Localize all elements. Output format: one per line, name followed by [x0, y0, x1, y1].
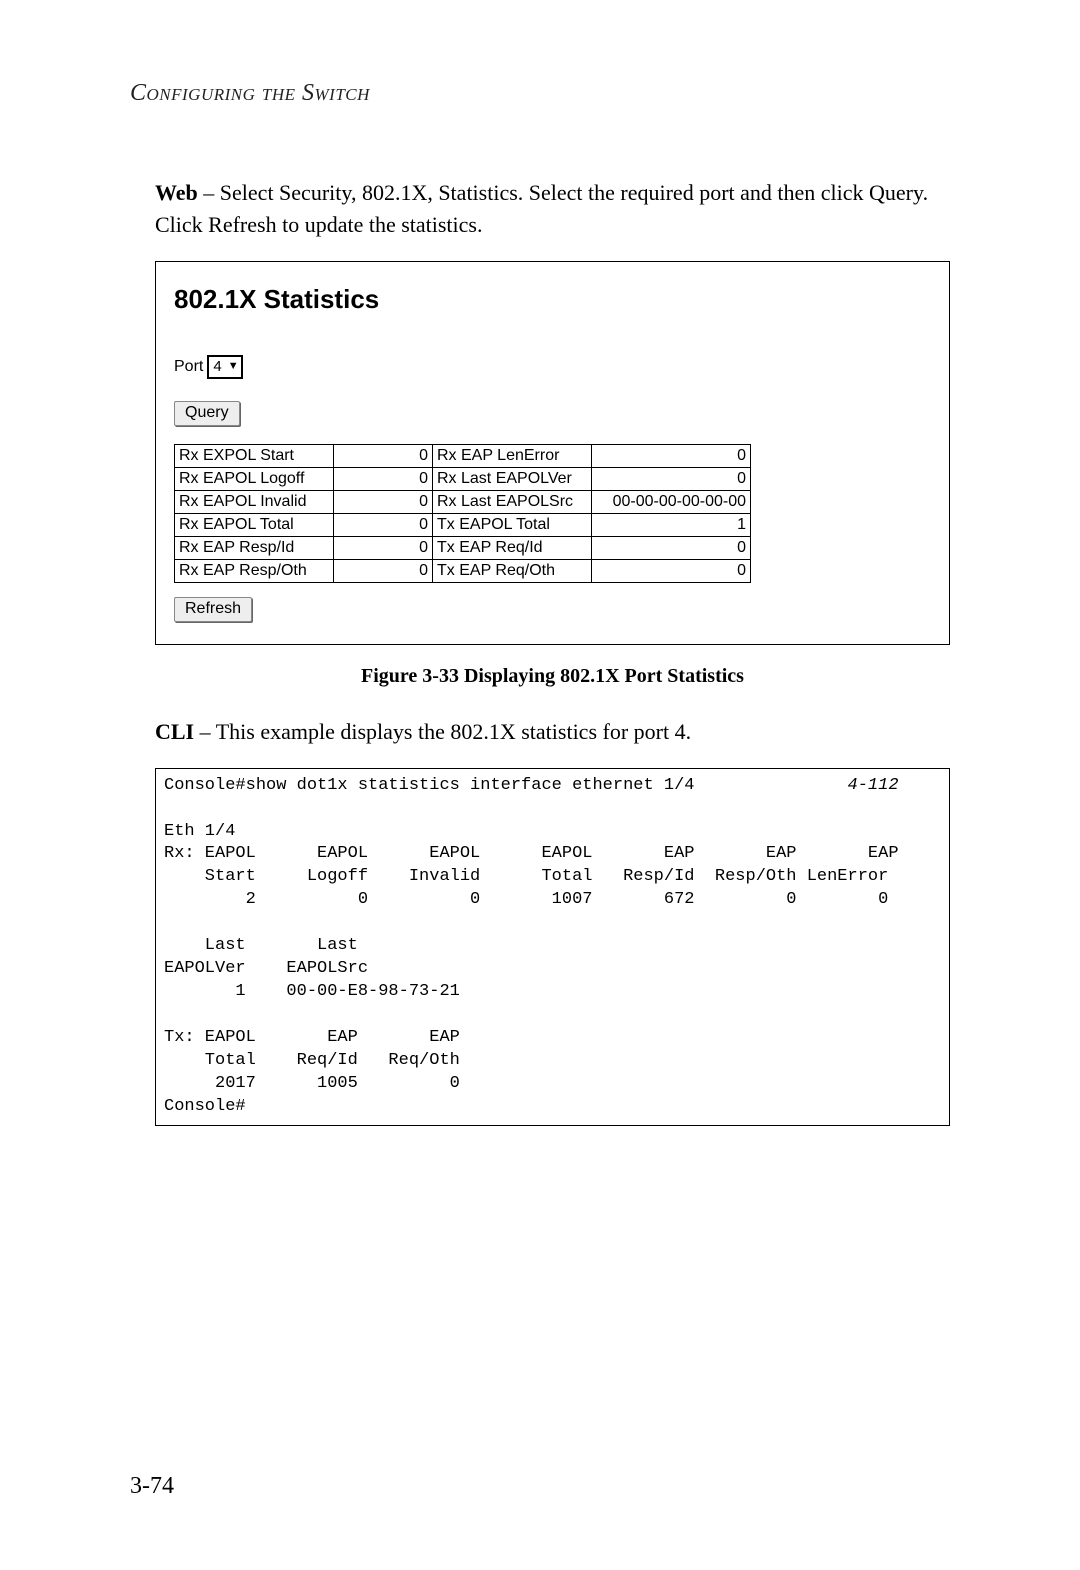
page-number: 3-74: [130, 1473, 174, 1500]
table-row: Rx EAP Resp/Oth 0 Tx EAP Req/Oth 0: [175, 559, 751, 582]
port-row: Port 4 ▼: [174, 355, 931, 379]
table-row: Rx EAPOL Invalid 0 Rx Last EAPOLSrc 00-0…: [175, 490, 751, 513]
cli-line: Total Req/Id Req/Oth: [164, 1051, 460, 1070]
stat-value: 0: [334, 513, 433, 536]
table-row: Rx EAP Resp/Id 0 Tx EAP Req/Id 0: [175, 536, 751, 559]
cli-line: Console#show dot1x statistics interface …: [164, 776, 695, 795]
cli-line: 2 0 0 1007 672 0 0: [164, 890, 888, 909]
stat-label: Rx EAP Resp/Id: [175, 536, 334, 559]
port-label: Port: [174, 358, 203, 376]
cli-line: Rx: EAPOL EAPOL EAPOL EAPOL EAP EAP EAP: [164, 844, 899, 863]
table-row: Rx EXPOL Start 0 Rx EAP LenError 0: [175, 444, 751, 467]
stat-value: 0: [592, 559, 751, 582]
stat-label: Rx EAP Resp/Oth: [175, 559, 334, 582]
panel-title: 802.1X Statistics: [174, 284, 931, 315]
cli-line: 2017 1005 0: [164, 1074, 460, 1093]
stat-value: 00-00-00-00-00-00: [592, 490, 751, 513]
cli-line: 1 00-00-E8-98-73-21: [164, 982, 460, 1001]
web-intro-text: – Select Security, 802.1X, Statistics. S…: [155, 180, 928, 237]
running-head-text: Configuring the Switch: [130, 80, 370, 106]
figure-caption: Figure 3-33 Displaying 802.1X Port Stati…: [155, 665, 950, 688]
stat-label: Rx Last EAPOLVer: [433, 467, 592, 490]
cli-lead: CLI: [155, 719, 194, 744]
cli-line: Start Logoff Invalid Total Resp/Id Resp/…: [164, 867, 888, 886]
table-row: Rx EAPOL Logoff 0 Rx Last EAPOLVer 0: [175, 467, 751, 490]
cli-line: EAPOLVer EAPOLSrc: [164, 959, 368, 978]
stat-label: Rx EAP LenError: [433, 444, 592, 467]
refresh-button[interactable]: Refresh: [174, 597, 252, 622]
query-button[interactable]: Query: [174, 401, 240, 426]
stat-value: 0: [334, 559, 433, 582]
stat-label: Rx EXPOL Start: [175, 444, 334, 467]
stat-value: 0: [334, 490, 433, 513]
port-select[interactable]: 4 ▼: [207, 355, 242, 379]
cli-ref: 4-112: [848, 776, 899, 795]
stat-value: 1: [592, 513, 751, 536]
stat-label: Rx Last EAPOLSrc: [433, 490, 592, 513]
stat-label: Rx EAPOL Logoff: [175, 467, 334, 490]
cli-line: Last Last: [164, 936, 358, 955]
stat-value: 0: [592, 444, 751, 467]
stat-value: 0: [592, 467, 751, 490]
cli-line: Console#: [164, 1097, 246, 1116]
web-lead: Web: [155, 180, 198, 205]
table-row: Rx EAPOL Total 0 Tx EAPOL Total 1: [175, 513, 751, 536]
cli-line: Tx: EAPOL EAP EAP: [164, 1028, 460, 1047]
dropdown-caret-icon: ▼: [228, 361, 239, 372]
port-value: 4: [213, 358, 221, 375]
cli-line: Eth 1/4: [164, 822, 235, 841]
web-statistics-panel: 802.1X Statistics Port 4 ▼ Query Rx EXPO…: [155, 261, 950, 645]
running-head: Configuring the Switch: [130, 80, 950, 107]
stat-label: Rx EAPOL Invalid: [175, 490, 334, 513]
cli-intro-text: – This example displays the 802.1X stati…: [194, 719, 691, 744]
stat-label: Rx EAPOL Total: [175, 513, 334, 536]
stat-label: Tx EAP Req/Oth: [433, 559, 592, 582]
stat-value: 0: [334, 467, 433, 490]
cli-intro-paragraph: CLI – This example displays the 802.1X s…: [155, 716, 950, 748]
stat-value: 0: [592, 536, 751, 559]
stat-label: Tx EAPOL Total: [433, 513, 592, 536]
stat-value: 0: [334, 536, 433, 559]
statistics-table: Rx EXPOL Start 0 Rx EAP LenError 0 Rx EA…: [174, 444, 751, 583]
cli-output: Console#show dot1x statistics interface …: [155, 768, 950, 1126]
stat-label: Tx EAP Req/Id: [433, 536, 592, 559]
stat-value: 0: [334, 444, 433, 467]
web-intro-paragraph: Web – Select Security, 802.1X, Statistic…: [155, 177, 950, 241]
